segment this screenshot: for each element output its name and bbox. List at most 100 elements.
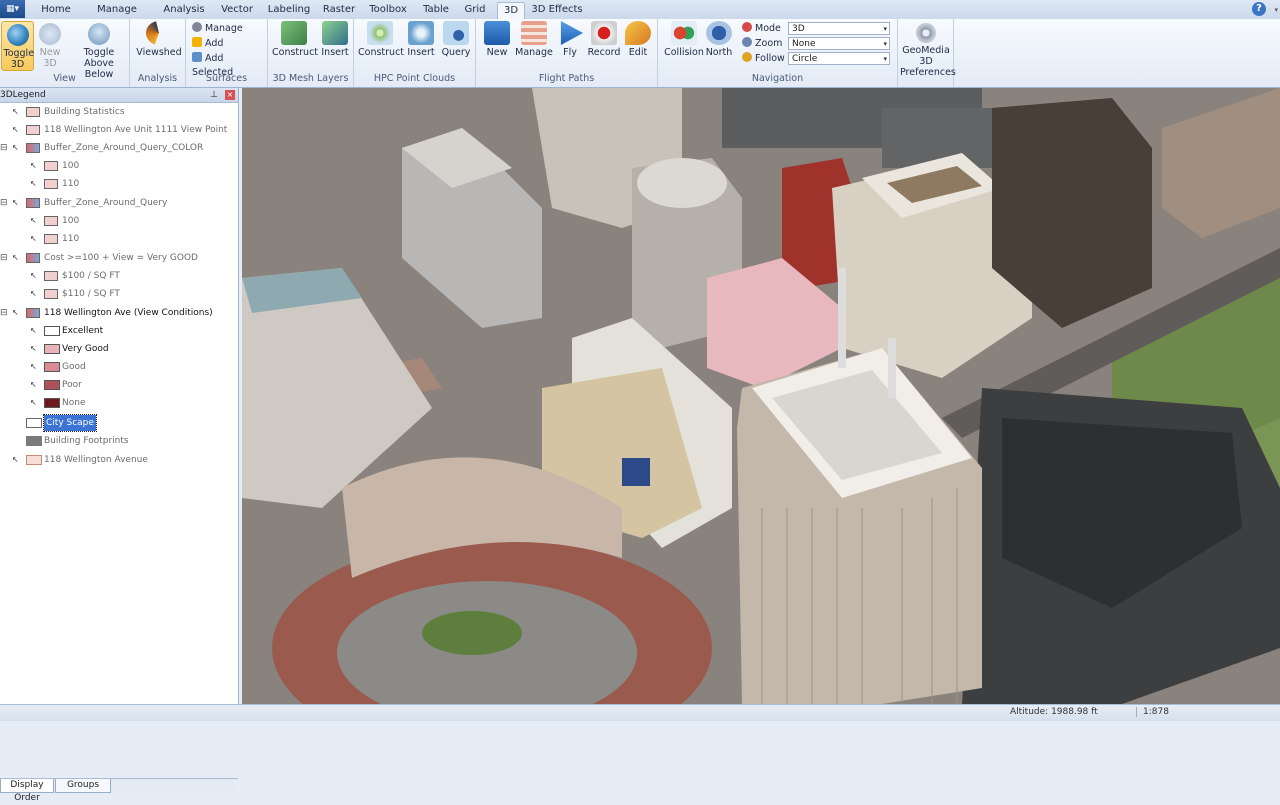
tab-display-order[interactable]: Display Order [0, 779, 54, 803]
hpc-construct-button[interactable]: Construct [358, 21, 404, 58]
legend-item-view-point[interactable]: ↖ 118 Wellington Ave Unit 1111 View Poin… [12, 122, 232, 138]
pointer-icon: ↖ [12, 455, 19, 464]
mesh-construct-button[interactable]: Construct [272, 21, 318, 58]
add-surface-button[interactable]: Add [192, 37, 223, 51]
zoom-select[interactable]: None ▾ [788, 37, 890, 50]
hpc-insert-button[interactable]: Insert [404, 21, 438, 58]
legend-subitem-110[interactable]: ↖ 110 [30, 231, 230, 247]
follow-select[interactable]: Circle ▾ [788, 52, 890, 65]
pin-icon[interactable]: ⊥ [210, 88, 218, 102]
play-icon [560, 21, 583, 45]
legend-item-city-scape[interactable]: City Scape [12, 414, 232, 432]
point-cloud-insert-icon [408, 21, 434, 45]
ribbon-3d: Toggle 3D New 3D Toggle Above Below View… [0, 19, 1280, 88]
tab-groups[interactable]: Groups [55, 779, 111, 793]
tab-vector[interactable]: Vector [218, 2, 256, 18]
group-preferences: GeoMedia 3D Preferences [898, 19, 956, 87]
tab-table[interactable]: Table [420, 2, 452, 18]
collision-icon [671, 21, 697, 45]
zoom-value: None [792, 39, 816, 49]
legend-subitem-100-sqft[interactable]: ↖ $100 / SQ FT [30, 268, 230, 284]
new-3d-button[interactable]: New 3D [36, 21, 64, 69]
flight-fly-label: Fly [563, 47, 577, 58]
legend-subitem-100[interactable]: ↖ 100 [30, 213, 230, 229]
flight-edit-button[interactable]: Edit [624, 21, 652, 58]
color-swatch [44, 326, 60, 336]
mode-select[interactable]: 3D ▾ [788, 22, 890, 35]
tab-toolbox[interactable]: Toolbox [366, 2, 410, 18]
mesh-insert-label: Insert [321, 47, 349, 58]
toggle-above-below-button[interactable]: Toggle Above Below [70, 21, 128, 80]
collapse-icon[interactable]: ⊟ [0, 250, 10, 266]
collapse-icon[interactable]: ⊟ [0, 305, 10, 321]
mode-value: 3D [792, 24, 805, 34]
new-3d-label: New 3D [39, 47, 61, 69]
layer-icon [26, 418, 42, 428]
toggle-3d-button[interactable]: Toggle 3D [1, 21, 34, 71]
pointer-icon: ↖ [30, 398, 37, 407]
pointer-icon: ↖ [30, 326, 37, 335]
legend-subitem-100[interactable]: ↖ 100 [30, 158, 230, 174]
compass-north-icon [706, 21, 732, 45]
collapse-icon[interactable]: ⊟ [0, 140, 10, 156]
hpc-query-button[interactable]: Query [440, 21, 472, 58]
flight-new-button[interactable]: New [482, 21, 512, 58]
tab-analysis[interactable]: Analysis [162, 2, 206, 18]
layer-icon [26, 455, 42, 465]
3d-map-view[interactable] [242, 88, 1280, 704]
legend-item-label: 100 [62, 161, 80, 171]
legend-item-label: $110 / SQ FT [62, 289, 120, 299]
tab-raster[interactable]: Raster [320, 2, 358, 18]
legend-class-none[interactable]: ↖ None [30, 395, 230, 411]
mode-icon [742, 22, 752, 32]
north-button[interactable]: North [704, 21, 734, 58]
layer-icon [26, 143, 40, 153]
legend-item-buffer-zone-color[interactable]: ⊟ ↖ Buffer_Zone_Around_Query_COLOR [0, 140, 232, 156]
flight-manage-button[interactable]: Manage [514, 21, 554, 58]
legend-class-very-good[interactable]: ↖ Very Good [30, 341, 230, 357]
color-swatch [44, 380, 60, 390]
legend-item-view-conditions[interactable]: ⊟ ↖ 118 Wellington Ave (View Conditions) [0, 305, 232, 321]
legend-item-label: Poor [62, 380, 82, 390]
viewshed-button[interactable]: Viewshed [136, 21, 182, 58]
help-dropdown-icon[interactable]: ▾ [1274, 6, 1278, 14]
legend-class-good[interactable]: ↖ Good [30, 359, 230, 375]
legend-item-building-footprints[interactable]: Building Footprints [12, 433, 232, 449]
legend-item-wellington-avenue[interactable]: ↖ 118 Wellington Avenue [12, 452, 232, 468]
pointer-icon: ↖ [30, 344, 37, 353]
viewshed-label: Viewshed [136, 47, 182, 58]
legend-item-building-statistics[interactable]: ↖ Building Statistics [12, 104, 232, 120]
legend-item-buffer-zone[interactable]: ⊟ ↖ Buffer_Zone_Around_Query [0, 195, 232, 211]
follow-icon [742, 52, 752, 62]
legend-item-cost-query[interactable]: ⊟ ↖ Cost >=100 + View = Very GOOD [0, 250, 232, 266]
group-navigation-label: Navigation [751, 73, 804, 84]
collapse-icon[interactable]: ⊟ [0, 195, 10, 211]
mesh-insert-button[interactable]: Insert [318, 21, 352, 58]
group-view-label: View [53, 73, 76, 84]
add-selected-surface-button[interactable]: Add Selected [192, 52, 267, 78]
tab-grid[interactable]: Grid [460, 2, 490, 18]
flight-record-button[interactable]: Record [586, 21, 622, 58]
tab-home[interactable]: Home [40, 2, 72, 18]
group-surfaces-label: Surfaces [205, 73, 248, 84]
add-selected-icon [192, 52, 202, 62]
manage-surfaces-button[interactable]: Manage [192, 22, 243, 36]
geomedia-3d-preferences-button[interactable]: GeoMedia 3D Preferences [900, 23, 956, 78]
application-menu-button[interactable]: ▦▾ [0, 0, 25, 18]
close-icon[interactable]: × [225, 90, 235, 100]
group-flight-paths: New Manage Fly Record Edit Flight Paths [476, 19, 658, 87]
legend-class-poor[interactable]: ↖ Poor [30, 377, 230, 393]
layer-icon [26, 308, 40, 318]
legend-class-excellent[interactable]: ↖ Excellent [30, 323, 230, 339]
status-bar: Altitude: 1988.98 ft 1:878 [0, 704, 1280, 721]
tab-3d[interactable]: 3D [497, 2, 525, 19]
collision-button[interactable]: Collision [664, 21, 704, 58]
flight-fly-button[interactable]: Fly [556, 21, 584, 58]
preferences-label-line3: Preferences [900, 67, 956, 78]
legend-subitem-110[interactable]: ↖ 110 [30, 176, 230, 192]
tab-labeling[interactable]: Labeling [266, 2, 312, 18]
tab-manage-data[interactable]: Manage Data [84, 2, 150, 31]
legend-subitem-110-sqft[interactable]: ↖ $110 / SQ FT [30, 286, 230, 302]
help-icon[interactable]: ? [1252, 2, 1266, 16]
tab-3d-effects[interactable]: 3D Effects [530, 2, 584, 18]
